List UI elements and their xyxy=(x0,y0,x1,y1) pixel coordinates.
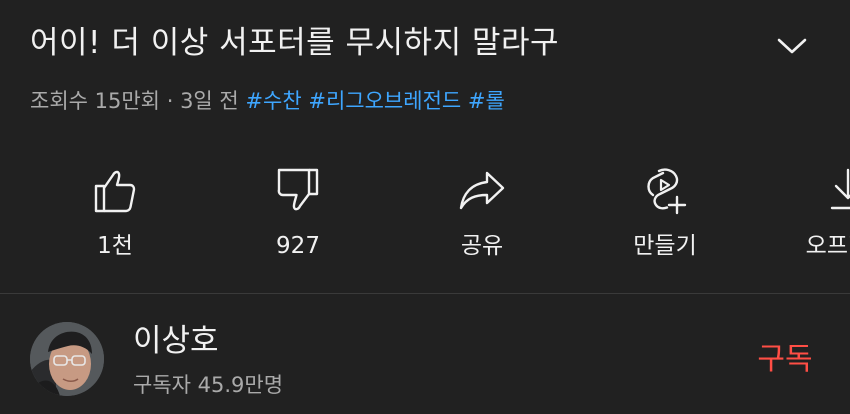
view-count: 조회수 15만회 xyxy=(30,89,160,113)
video-title[interactable]: 어이! 더 이상 서포터를 무시하지 말라구 xyxy=(30,22,559,64)
video-meta[interactable]: 조회수 15만회 · 3일 전 #수찬 #리그오브레전드 #롤 xyxy=(30,86,505,116)
hashtag[interactable]: #수찬 xyxy=(245,89,301,113)
share-label: 공유 xyxy=(460,233,504,259)
dislike-count: 927 xyxy=(276,233,320,259)
subscribe-button[interactable]: 구독 xyxy=(740,338,830,382)
meta-separator: · xyxy=(166,89,174,113)
avatar-photo xyxy=(30,322,104,396)
hashtag[interactable]: #리그오브레전드 xyxy=(308,89,461,113)
upload-age: 3일 전 xyxy=(180,89,239,113)
remix-label: 만들기 xyxy=(633,233,697,259)
chevron-down-icon xyxy=(777,38,807,54)
action-bar: 1천 927 공유 만들기 오프라인 xyxy=(0,160,850,270)
channel-name[interactable]: 이상호 xyxy=(133,320,219,362)
share-button[interactable]: 공유 xyxy=(417,160,547,270)
channel-avatar[interactable] xyxy=(30,322,104,396)
download-button[interactable]: 오프라인 xyxy=(783,160,850,270)
share-icon xyxy=(459,171,505,210)
dislike-button[interactable]: 927 xyxy=(233,160,363,270)
expand-description-button[interactable] xyxy=(772,28,812,64)
remix-button[interactable]: 만들기 xyxy=(600,160,730,270)
like-count: 1천 xyxy=(97,233,133,259)
subscriber-count: 구독자 45.9만명 xyxy=(133,373,284,397)
thumbs-up-icon xyxy=(94,170,136,213)
hashtag[interactable]: #롤 xyxy=(468,89,505,113)
thumbs-down-icon xyxy=(277,168,319,211)
download-label: 오프라인 xyxy=(805,233,850,259)
section-divider xyxy=(0,293,850,294)
remix-plus-icon xyxy=(647,168,687,215)
download-icon xyxy=(830,168,850,210)
like-button[interactable]: 1천 xyxy=(50,160,180,270)
